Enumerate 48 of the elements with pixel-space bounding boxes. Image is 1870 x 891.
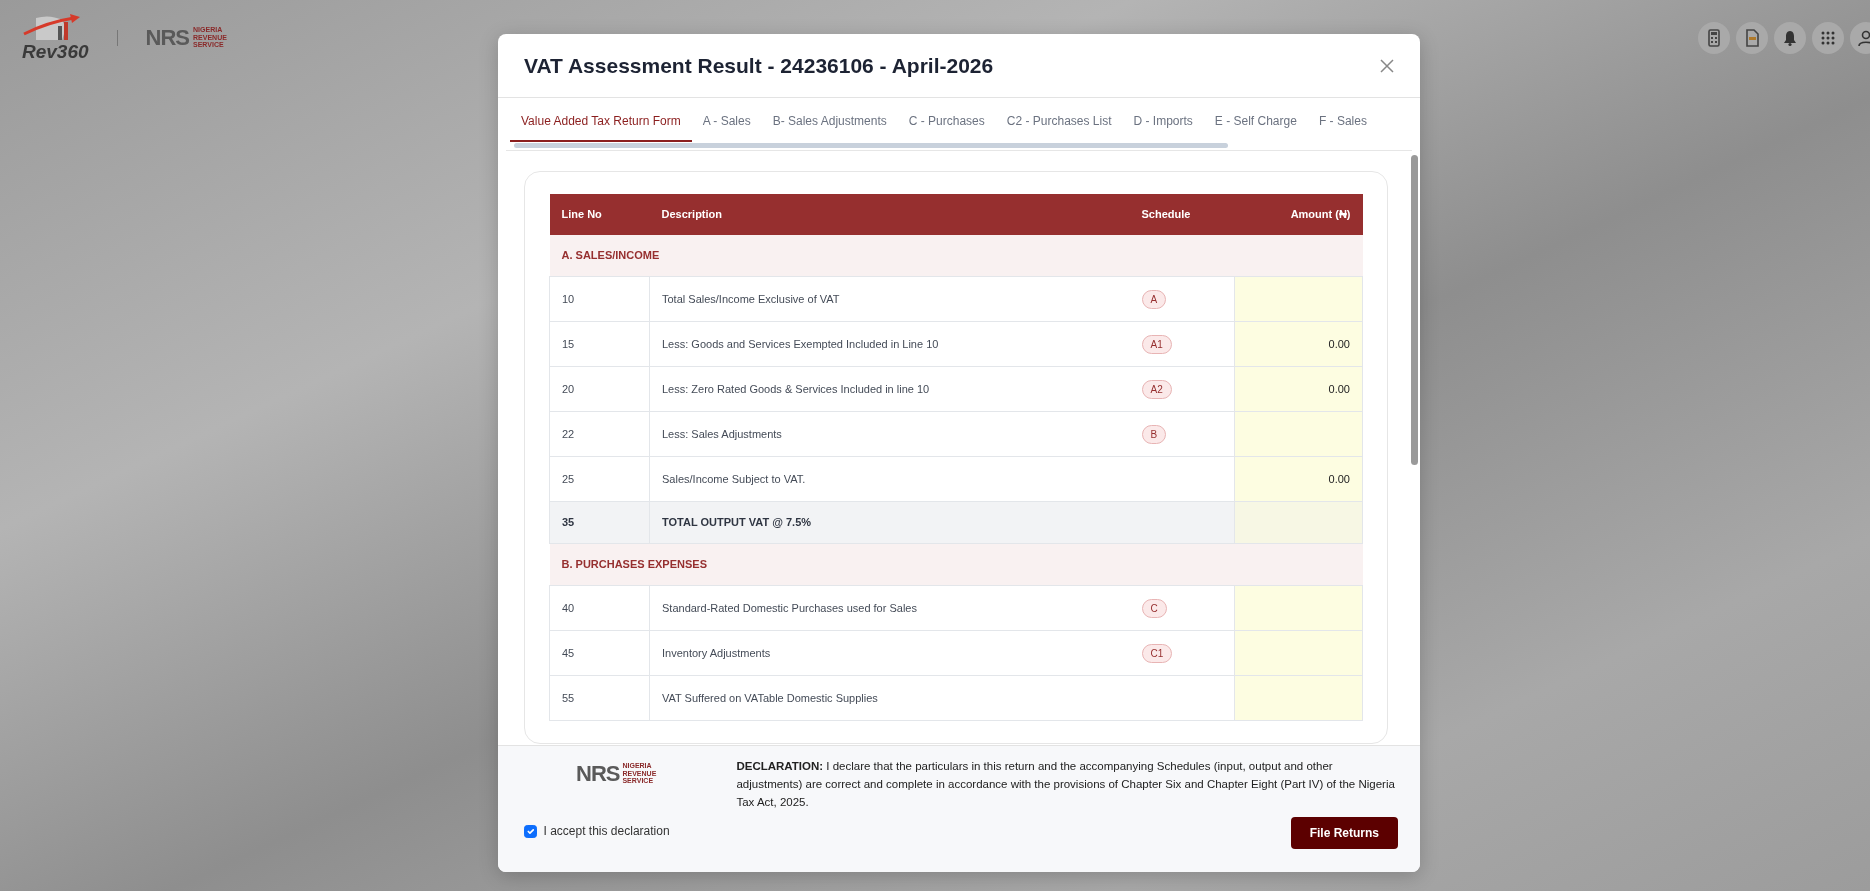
table-cell: 35 [549,501,650,544]
tab[interactable]: A - Sales [691,98,762,142]
tab[interactable]: D - Imports [1122,98,1204,142]
schedule-tag[interactable]: A1 [1141,334,1172,354]
schedule-tag[interactable]: B [1141,424,1167,444]
document-icon[interactable] [1736,21,1768,54]
horizontal-scrollbar[interactable] [506,142,1412,151]
file-returns-button[interactable]: File Returns [1290,817,1398,850]
table-cell: TOTAL OUTPUT VAT @ 7.5% [649,501,1130,544]
checkbox-label[interactable]: I accept this declaration [543,822,670,841]
amount-field: 0.00 [1234,366,1363,412]
declaration-text: DECLARATION: I declare that the particulars in this return and the accompanying Schedules (input, output and other adjustments) are correct and complete in accordance with the provisions of Chapter Six and Chapter Eight (Part IV) of the Nigeria Tax Act, 2025. [736,759,1396,810]
table-cell: 45 [549,630,650,676]
column-header: Schedule [1129,194,1235,235]
table-cell: 22 [549,411,650,457]
schedule-tag[interactable]: C [1141,598,1167,618]
schedule-tag[interactable]: A [1141,289,1167,309]
amount-field: 0.00 [1234,456,1363,502]
column-header: Line No [549,194,650,235]
table-cell: 25 [549,456,650,502]
apps-grid-icon[interactable] [1812,21,1844,54]
table-cell: 10 [549,276,650,322]
schedule-tag[interactable]: C1 [1141,643,1173,663]
schedule-tag[interactable]: A2 [1141,379,1172,399]
modal-title: VAT Assessment Result - 24236106 - April-2026 [524,52,994,79]
tab[interactable]: C2 - Purchases List [995,98,1123,142]
logo-text: Rev360 [22,42,89,61]
section-heading: A. SALES/INCOME [549,234,1363,277]
table-cell: 55 [549,675,650,721]
column-header: Description [649,194,1130,235]
scrollbar-thumb[interactable] [1411,155,1418,465]
column-header: Amount (₦) [1234,194,1363,235]
table-cell: 20 [549,366,650,412]
agency-logo-text: NRS [576,762,620,785]
table-cell: 40 [549,585,650,631]
tab[interactable]: C - Purchases [897,98,996,142]
notification-bell-icon[interactable] [1774,21,1806,54]
table-cell: Standard-Rated Domestic Purchases used for Sales [649,585,1130,631]
tab[interactable]: F - Sales [1307,98,1378,142]
tab[interactable]: E - Self Charge [1203,98,1308,142]
amount-field: 0.00 [1234,321,1363,367]
table-cell: 15 [549,321,650,367]
table-cell: Total Sales/Income Exclusive of VAT [649,276,1130,322]
section-heading: B. PURCHASES EXPENSES [549,543,1363,586]
calculator-icon[interactable] [1698,21,1730,54]
tab[interactable]: B- Sales Adjustments [761,98,898,142]
accept-checkbox[interactable] [524,824,537,838]
agency-logo-text: NRS [145,26,189,49]
